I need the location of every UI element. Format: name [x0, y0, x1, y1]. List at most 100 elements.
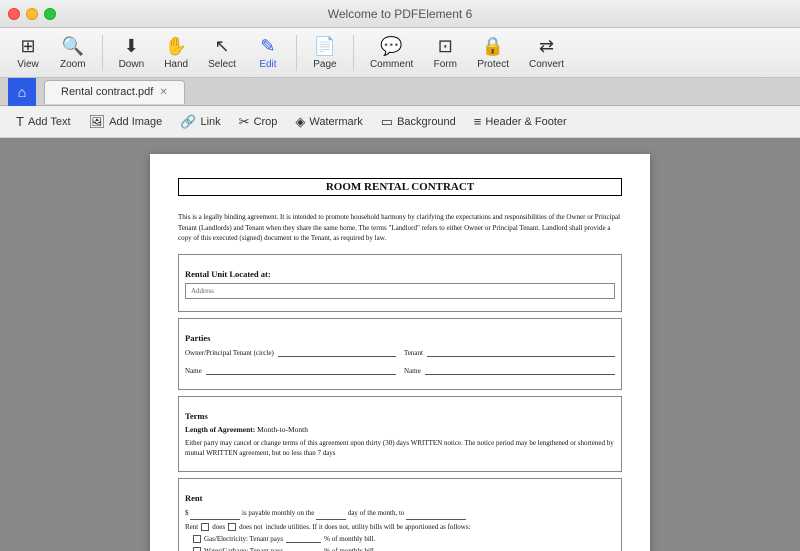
- utility-checkbox-1[interactable]: [193, 547, 201, 551]
- toolbar-item-select[interactable]: ↖ Select: [200, 32, 244, 74]
- tab-filename: Rental contract.pdf: [61, 86, 153, 98]
- header-footer-button[interactable]: ≡ Header & Footer: [466, 111, 575, 132]
- toolbar-item-convert[interactable]: ⇄ Convert: [521, 32, 572, 74]
- terms-text: Either party may cancel or change terms …: [185, 438, 615, 459]
- crop-icon: ✂: [239, 114, 250, 130]
- name-row: Name Name: [185, 365, 615, 379]
- rent-section: Rent $ is payable monthly on the day of …: [178, 478, 622, 551]
- rent-payee-field[interactable]: [406, 507, 466, 521]
- rent-day-field[interactable]: [316, 507, 346, 521]
- form-icon: ⊡: [438, 36, 453, 57]
- parties-section: Parties Owner/Principal Tenant (circle) …: [178, 318, 622, 390]
- toolbar-label-view: View: [17, 59, 39, 70]
- rental-unit-section: Rental Unit Located at: Address: [178, 254, 622, 312]
- down-icon: ⬇: [124, 36, 139, 57]
- traffic-lights: [8, 8, 56, 20]
- tab-bar: ⌂ Rental contract.pdf ✕: [0, 78, 800, 106]
- address-field[interactable]: Address: [185, 283, 615, 299]
- terms-header: Terms: [185, 411, 615, 421]
- name-field-line-1[interactable]: [206, 365, 396, 375]
- toolbar-label-page: Page: [313, 59, 336, 70]
- add-text-icon: T: [16, 114, 24, 129]
- toolbar-item-zoom[interactable]: 🔍 Zoom: [52, 32, 94, 74]
- toolbar-item-edit[interactable]: ✎ Edit: [248, 32, 288, 74]
- add-text-label: Add Text: [28, 116, 71, 128]
- length-label: Length of Agreement:: [185, 425, 255, 434]
- utility-field-0[interactable]: [286, 534, 321, 543]
- rent-does-not-checkbox[interactable]: [228, 523, 236, 531]
- utility-field-1[interactable]: [286, 546, 321, 551]
- toolbar-item-protect[interactable]: 🔒 Protect: [469, 32, 517, 74]
- add-image-label: Add Image: [109, 116, 162, 128]
- crop-button[interactable]: ✂ Crop: [231, 111, 286, 133]
- owner-field-row: Owner/Principal Tenant (circle): [185, 347, 396, 357]
- document-area[interactable]: ROOM RENTAL CONTRACT This is a legally b…: [0, 138, 800, 551]
- terms-length: Length of Agreement: Month-to-Month: [185, 425, 615, 434]
- toolbar-label-select: Select: [208, 59, 236, 70]
- minimize-button[interactable]: [26, 8, 38, 20]
- watermark-button[interactable]: ◈ Watermark: [287, 111, 370, 133]
- window-title: Welcome to PDFElement 6: [328, 7, 473, 21]
- add-text-button[interactable]: T Add Text: [8, 111, 79, 132]
- toolbar-label-down: Down: [119, 59, 145, 70]
- rental-unit-header: Rental Unit Located at:: [185, 269, 615, 279]
- tenant-label: Tenant: [404, 349, 423, 357]
- main-toolbar: ⊞ View 🔍 Zoom ⬇ Down ✋ Hand ↖ Select ✎ E…: [0, 28, 800, 78]
- toolbar-label-hand: Hand: [164, 59, 188, 70]
- link-icon: 🔗: [180, 114, 196, 130]
- watermark-icon: ◈: [295, 114, 305, 130]
- toolbar-separator-3: [353, 35, 354, 71]
- background-button[interactable]: ▭ Background: [373, 111, 464, 133]
- rent-header: Rent: [185, 493, 615, 503]
- protect-icon: 🔒: [482, 36, 504, 57]
- tenant-field-line[interactable]: [427, 347, 615, 357]
- utility-checkbox-0[interactable]: [193, 535, 201, 543]
- home-button[interactable]: ⌂: [8, 78, 36, 106]
- document-paper: ROOM RENTAL CONTRACT This is a legally b…: [150, 154, 650, 551]
- name-field-row-2: Name: [404, 365, 615, 375]
- toolbar-label-edit: Edit: [259, 59, 276, 70]
- toolbar-item-down[interactable]: ⬇ Down: [111, 32, 153, 74]
- toolbar-label-convert: Convert: [529, 59, 564, 70]
- add-image-button[interactable]: 🖼 Add Image: [81, 111, 171, 133]
- does-not-label: does not: [239, 523, 263, 531]
- terms-section: Terms Length of Agreement: Month-to-Mont…: [178, 396, 622, 472]
- name-label-2: Name: [404, 367, 421, 375]
- does-label: does: [212, 523, 225, 531]
- rent-does-checkbox[interactable]: [201, 523, 209, 531]
- select-icon: ↖: [214, 36, 229, 57]
- utility-row-1: Water/Garbage: Tenant pays % of monthly …: [193, 546, 615, 551]
- document-tab[interactable]: Rental contract.pdf ✕: [44, 80, 185, 104]
- rent-text-2: day of the month, to: [348, 509, 405, 517]
- link-label: Link: [200, 116, 220, 128]
- name-field-line-2[interactable]: [425, 365, 615, 375]
- toolbar-separator-2: [296, 35, 297, 71]
- edit-toolbar: T Add Text 🖼 Add Image 🔗 Link ✂ Crop ◈ W…: [0, 106, 800, 138]
- rent-label: Rent: [185, 523, 198, 531]
- toolbar-item-view[interactable]: ⊞ View: [8, 32, 48, 74]
- owner-field-line[interactable]: [278, 347, 396, 357]
- add-image-icon: 🖼: [89, 114, 106, 130]
- header-footer-label: Header & Footer: [485, 116, 566, 128]
- tab-close-button[interactable]: ✕: [159, 87, 167, 98]
- rent-amount-field[interactable]: [190, 507, 240, 521]
- toolbar-item-form[interactable]: ⊡ Form: [425, 32, 465, 74]
- edit-icon: ✎: [260, 36, 275, 57]
- utility-row-0: Gas/Electricity: Tenant pays % of monthl…: [193, 534, 615, 543]
- toolbar-item-hand[interactable]: ✋ Hand: [156, 32, 196, 74]
- maximize-button[interactable]: [44, 8, 56, 20]
- toolbar-item-comment[interactable]: 💬 Comment: [362, 32, 421, 74]
- link-button[interactable]: 🔗 Link: [172, 111, 228, 133]
- rent-includes-row: Rent does does not include utilities. If…: [185, 523, 615, 531]
- document-title: ROOM RENTAL CONTRACT: [178, 178, 622, 196]
- close-button[interactable]: [8, 8, 20, 20]
- toolbar-item-page[interactable]: 📄 Page: [305, 32, 345, 74]
- intro-text: This is a legally binding agreement. It …: [178, 212, 622, 244]
- background-icon: ▭: [381, 114, 393, 130]
- name-label-1: Name: [185, 367, 202, 375]
- toolbar-label-zoom: Zoom: [60, 59, 86, 70]
- watermark-label: Watermark: [309, 116, 362, 128]
- parties-header: Parties: [185, 333, 615, 343]
- header-footer-icon: ≡: [474, 114, 482, 129]
- utility-label-1: Water/Garbage: Tenant pays: [204, 547, 283, 551]
